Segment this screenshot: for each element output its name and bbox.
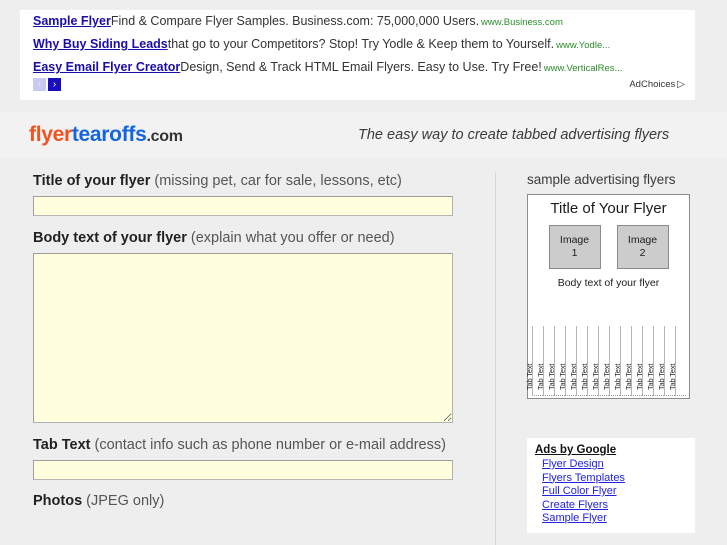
field-label-hint: (explain what you offer or need) <box>186 230 395 246</box>
preview-tear-off-tab-label: Tab Text <box>569 363 578 390</box>
preview-image-1-line2: 1 <box>571 247 578 259</box>
field-photos: Photos (JPEG only) <box>33 492 457 511</box>
preview-image-2-line1: Image <box>627 234 658 246</box>
field-label: Body text of your flyer (explain what yo… <box>33 229 457 248</box>
field-label: Title of your flyer (missing pet, car fo… <box>33 172 457 191</box>
field-title-of-flyer: Title of your flyer (missing pet, car fo… <box>33 172 457 216</box>
flyer-form: Title of your flyer (missing pet, car fo… <box>33 172 457 524</box>
column-divider <box>495 172 496 545</box>
tab-text-input[interactable] <box>33 460 453 480</box>
ads-by-google-title: Ads by Google <box>535 444 617 456</box>
preview-body-text: Body text of your flyer <box>557 277 660 289</box>
adchoices-triangle-icon: ▷ <box>677 79 685 90</box>
sidebar-heading: sample advertising flyers <box>527 172 676 187</box>
ad-description: Design, Send & Track HTML Email Flyers. … <box>180 60 542 74</box>
ads-by-google-link[interactable]: Full Color Flyer <box>542 485 695 499</box>
preview-tear-off-tab-label: Tab Text <box>591 363 600 390</box>
preview-tear-off-tab-label: Tab Text <box>657 363 666 390</box>
field-label-strong: Photos <box>33 493 83 509</box>
field-label-strong: Title of your flyer <box>33 173 151 189</box>
logo-part-com: .com <box>146 128 183 145</box>
ad-pagination: ‹ › <box>33 78 61 91</box>
ads-by-google-box: Ads by Google Flyer Design Flyers Templa… <box>527 438 695 533</box>
preview-tear-off-tab-label: Tab Text <box>547 363 556 390</box>
sample-flyer-preview[interactable]: Title of Your Flyer Image 1 Image 2 Body… <box>525 194 690 399</box>
field-label-hint: (contact info such as phone number or e-… <box>90 437 446 453</box>
field-label: Photos (JPEG only) <box>33 492 457 511</box>
preview-image-2-line2: 2 <box>639 247 646 259</box>
preview-image-1-line1: Image <box>559 234 590 246</box>
ad-row: Why Buy Siding Leadsthat go to your Comp… <box>20 33 695 56</box>
ads-by-google-link[interactable]: Flyers Templates <box>542 472 695 486</box>
field-label: Tab Text (contact info such as phone num… <box>33 436 457 455</box>
preview-title: Title of Your Flyer <box>550 200 667 217</box>
preview-image-2: Image 2 <box>616 225 669 269</box>
ad-description: that go to your Competitors? Stop! Try Y… <box>167 37 555 51</box>
ads-by-google-link[interactable]: Flyer Design <box>542 458 695 472</box>
logo-part-tearoffs: tearoffs <box>71 123 147 146</box>
ad-display-url[interactable]: www.Yodle... <box>556 40 610 51</box>
preview-tear-off-tab-label: Tab Text <box>525 363 534 390</box>
preview-tear-off-tab-label: Tab Text <box>624 363 633 390</box>
body-text-textarea[interactable] <box>33 253 453 423</box>
preview-tear-off-tab-label: Tab Text <box>635 363 644 390</box>
sidebar: sample advertising flyers Title of Your … <box>525 172 699 399</box>
adchoices-link[interactable]: AdChoices ▷ <box>629 79 685 90</box>
ad-title-link[interactable]: Easy Email Flyer Creator <box>33 60 180 74</box>
ad-row: Sample FlyerFind & Compare Flyer Samples… <box>20 10 695 33</box>
ad-display-url[interactable]: www.Business.com <box>481 17 563 28</box>
ad-description: Find & Compare Flyer Samples. Business.c… <box>110 14 480 28</box>
preview-tear-off-tabs: Tab Text Tab Text Tab Text Tab Text Tab Text… <box>525 326 686 396</box>
title-input[interactable] <box>33 196 453 216</box>
next-ad-arrow-icon[interactable]: › <box>48 78 61 91</box>
field-label-hint: (missing pet, car for sale, lessons, etc… <box>150 173 402 189</box>
preview-tear-off-tab-label: Tab Text <box>613 363 622 390</box>
previous-ad-arrow-icon[interactable]: ‹ <box>33 78 46 91</box>
adchoices-label: AdChoices <box>629 79 676 90</box>
preview-tear-off-tab-label: Tab Text <box>668 363 677 390</box>
field-label-hint: (JPEG only) <box>82 493 165 509</box>
google-ads-banner: Sample FlyerFind & Compare Flyer Samples… <box>20 10 695 100</box>
ad-title-link[interactable]: Why Buy Siding Leads <box>33 37 168 51</box>
preview-tear-off-tab-label: Tab Text <box>536 363 545 390</box>
preview-tear-off-tab: Tab Text <box>668 326 686 396</box>
site-tagline: The easy way to create tabbed advertisin… <box>358 127 670 143</box>
site-logo[interactable]: flyertearoffs.com <box>29 123 183 147</box>
ad-title-link[interactable]: Sample Flyer <box>33 14 111 28</box>
preview-tear-off-tab-label: Tab Text <box>558 363 567 390</box>
field-label-strong: Body text of your flyer <box>33 230 187 246</box>
field-label-strong: Tab Text <box>33 437 91 453</box>
preview-tear-off-tab-label: Tab Text <box>646 363 655 390</box>
field-tab-text: Tab Text (contact info such as phone num… <box>33 436 457 480</box>
preview-tear-off-tab-label: Tab Text <box>602 363 611 390</box>
logo-part-flyer: flyer <box>29 123 72 146</box>
ad-row: Easy Email Flyer CreatorDesign, Send & T… <box>20 56 695 79</box>
site-header: flyertearoffs.com The easy way to create… <box>0 112 727 159</box>
ad-display-url[interactable]: www.VerticalRes... <box>544 63 623 74</box>
field-body-text: Body text of your flyer (explain what yo… <box>33 229 457 423</box>
preview-images: Image 1 Image 2 <box>528 225 689 269</box>
ads-by-google-link[interactable]: Create Flyers <box>542 499 695 513</box>
preview-image-1: Image 1 <box>548 225 601 269</box>
ads-by-google-link[interactable]: Sample Flyer <box>542 512 695 526</box>
preview-tear-off-tab-label: Tab Text <box>580 363 589 390</box>
